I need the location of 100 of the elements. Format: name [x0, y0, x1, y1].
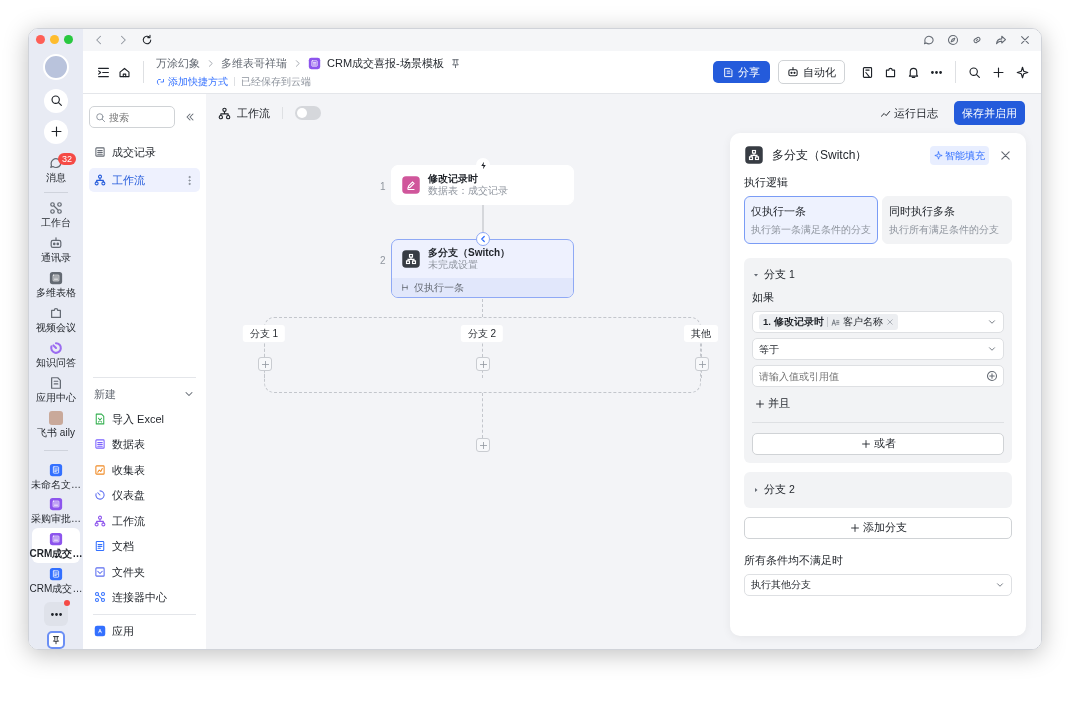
create-item[interactable]: 数据表 — [89, 431, 200, 457]
sparkle-icon[interactable] — [1016, 65, 1029, 79]
refresh-icon[interactable] — [141, 34, 153, 46]
create-item[interactable]: 收集表 — [89, 457, 200, 483]
add-shortcut-link[interactable]: 添加快捷方式 — [156, 74, 228, 90]
rail-item[interactable]: 视频会议 — [32, 302, 80, 338]
close-light[interactable] — [36, 35, 45, 45]
rail-label: CRM成交… — [29, 583, 83, 595]
page-title: 工作流 — [237, 105, 270, 121]
branch-title[interactable]: 分支 1 — [764, 267, 795, 284]
rail-label: 应用中心 — [36, 391, 76, 403]
plus-icon — [478, 440, 488, 450]
panel-title: 多分支（Switch） — [772, 147, 868, 164]
home-icon[interactable] — [118, 65, 131, 79]
search-button[interactable] — [44, 88, 68, 113]
collapse-icon[interactable] — [184, 111, 196, 123]
run-log-link[interactable]: 运行日志 — [880, 104, 938, 122]
save-enable-button[interactable]: 保存并启用 — [954, 100, 1025, 126]
sidebar-toggle-icon[interactable] — [97, 65, 110, 79]
branch-title[interactable]: 分支 2 — [764, 481, 795, 498]
breadcrumb-link[interactable]: 万涂幻象 — [156, 54, 200, 72]
or-button[interactable]: 或者 — [752, 432, 1004, 455]
create-item[interactable]: 导入 Excel — [89, 406, 200, 432]
operator-select[interactable]: 等于 — [752, 338, 1004, 360]
close-icon[interactable] — [1019, 34, 1031, 46]
smart-fill-button[interactable]: 智能填充 — [930, 145, 989, 165]
more-button[interactable] — [44, 602, 68, 627]
connector-icon — [94, 591, 106, 604]
rail-item[interactable]: 未命名文… — [32, 458, 80, 494]
rail-item[interactable]: CRM成交… — [32, 528, 80, 564]
share-button[interactable]: 分享 — [713, 60, 770, 84]
table-app-icon — [308, 56, 321, 70]
branch-label: 分支 2 — [460, 325, 504, 342]
document-icon — [94, 540, 106, 553]
add-branch-button[interactable]: 添加分支 — [744, 516, 1012, 539]
add-circle-icon[interactable] — [986, 370, 998, 382]
rail-item[interactable]: 消息 32 — [32, 151, 80, 187]
rail-item[interactable]: 飞书 aily — [32, 406, 80, 442]
breadcrumb-link[interactable]: 多维表哥祥瑞 — [221, 54, 287, 72]
create-item[interactable]: 文档 — [89, 533, 200, 559]
fallback-select[interactable]: 执行其他分支 — [744, 573, 1012, 596]
create-item[interactable]: 连接器中心 — [89, 584, 200, 610]
download-button[interactable] — [47, 631, 65, 649]
flow-node[interactable]: 多分支（Switch） 未完成设置 仅执行一条 — [391, 239, 574, 298]
shortcut-icon — [156, 76, 166, 87]
value-field[interactable]: 请输入值或引用值 — [752, 365, 1004, 387]
sidebar-item[interactable]: 工作流 — [89, 168, 200, 192]
chat-icon — [49, 155, 63, 170]
workflow-icon — [94, 514, 106, 527]
chevron-down-icon — [987, 317, 997, 327]
pin-icon[interactable] — [449, 57, 461, 69]
avatar-placeholder — [49, 410, 63, 425]
plus-icon — [849, 522, 860, 533]
rail-item[interactable]: 应用中心 — [32, 371, 80, 407]
rail-item[interactable]: 通讯录 — [32, 232, 80, 268]
and-button[interactable]: 并且 — [755, 396, 790, 412]
bell-icon[interactable] — [907, 65, 920, 79]
ring-icon — [49, 340, 63, 355]
plus-icon — [260, 359, 270, 369]
search-icon — [49, 94, 63, 108]
puzzle-icon[interactable] — [884, 65, 897, 79]
rail-item[interactable]: 多维表格 — [32, 267, 80, 303]
collapse-handle[interactable] — [476, 232, 490, 246]
link-icon[interactable] — [971, 34, 983, 46]
chat-bubble-icon[interactable] — [923, 34, 935, 46]
report-icon[interactable] — [861, 65, 874, 79]
caret-right-icon[interactable] — [752, 485, 760, 494]
compass-icon[interactable] — [947, 34, 959, 46]
table-icon — [94, 146, 106, 158]
sidebar-item[interactable]: 成交记录 — [89, 140, 200, 164]
edit-icon — [401, 175, 421, 195]
plus-icon[interactable] — [992, 65, 1005, 79]
plus-icon — [755, 398, 765, 409]
enable-toggle[interactable] — [295, 106, 321, 120]
create-item[interactable]: 仪表盘 — [89, 482, 200, 508]
section-label: 执行逻辑 — [744, 175, 789, 190]
apps-item[interactable]: 应用 — [89, 619, 200, 643]
search-field[interactable]: 搜索 — [89, 106, 175, 128]
field-select[interactable]: 1. 修改记录时 客户名称 — [752, 311, 1004, 333]
automation-button[interactable]: 自动化 — [778, 59, 845, 85]
forward-share-icon[interactable] — [995, 34, 1007, 46]
rail-item[interactable]: 工作台 — [32, 197, 80, 233]
rail-label: 未命名文… — [31, 478, 81, 490]
table-icon — [94, 438, 106, 451]
condition-label: 如果 — [752, 290, 775, 306]
rail-label: 飞书 aily — [37, 426, 75, 438]
rail-item[interactable]: 知识问答 — [32, 337, 80, 372]
rail-item[interactable]: CRM成交… — [32, 563, 80, 599]
document-icon — [723, 66, 734, 78]
chevron-down-icon — [987, 344, 997, 354]
save-status: 已经保存到云端 — [241, 75, 311, 90]
create-item[interactable]: 工作流 — [89, 508, 200, 534]
add-button[interactable] — [44, 119, 68, 144]
flow-node[interactable]: 修改记录时 数据表：成交记录 — [391, 165, 574, 205]
create-item[interactable]: 文件夹 — [89, 559, 200, 585]
rail-item[interactable]: 采购审批… — [32, 493, 80, 529]
search-icon[interactable] — [968, 65, 981, 79]
mode-option[interactable]: 同时执行多条 执行所有满足条件的分支 — [882, 195, 1012, 245]
close-icon[interactable] — [999, 148, 1012, 162]
form-icon — [94, 463, 106, 476]
